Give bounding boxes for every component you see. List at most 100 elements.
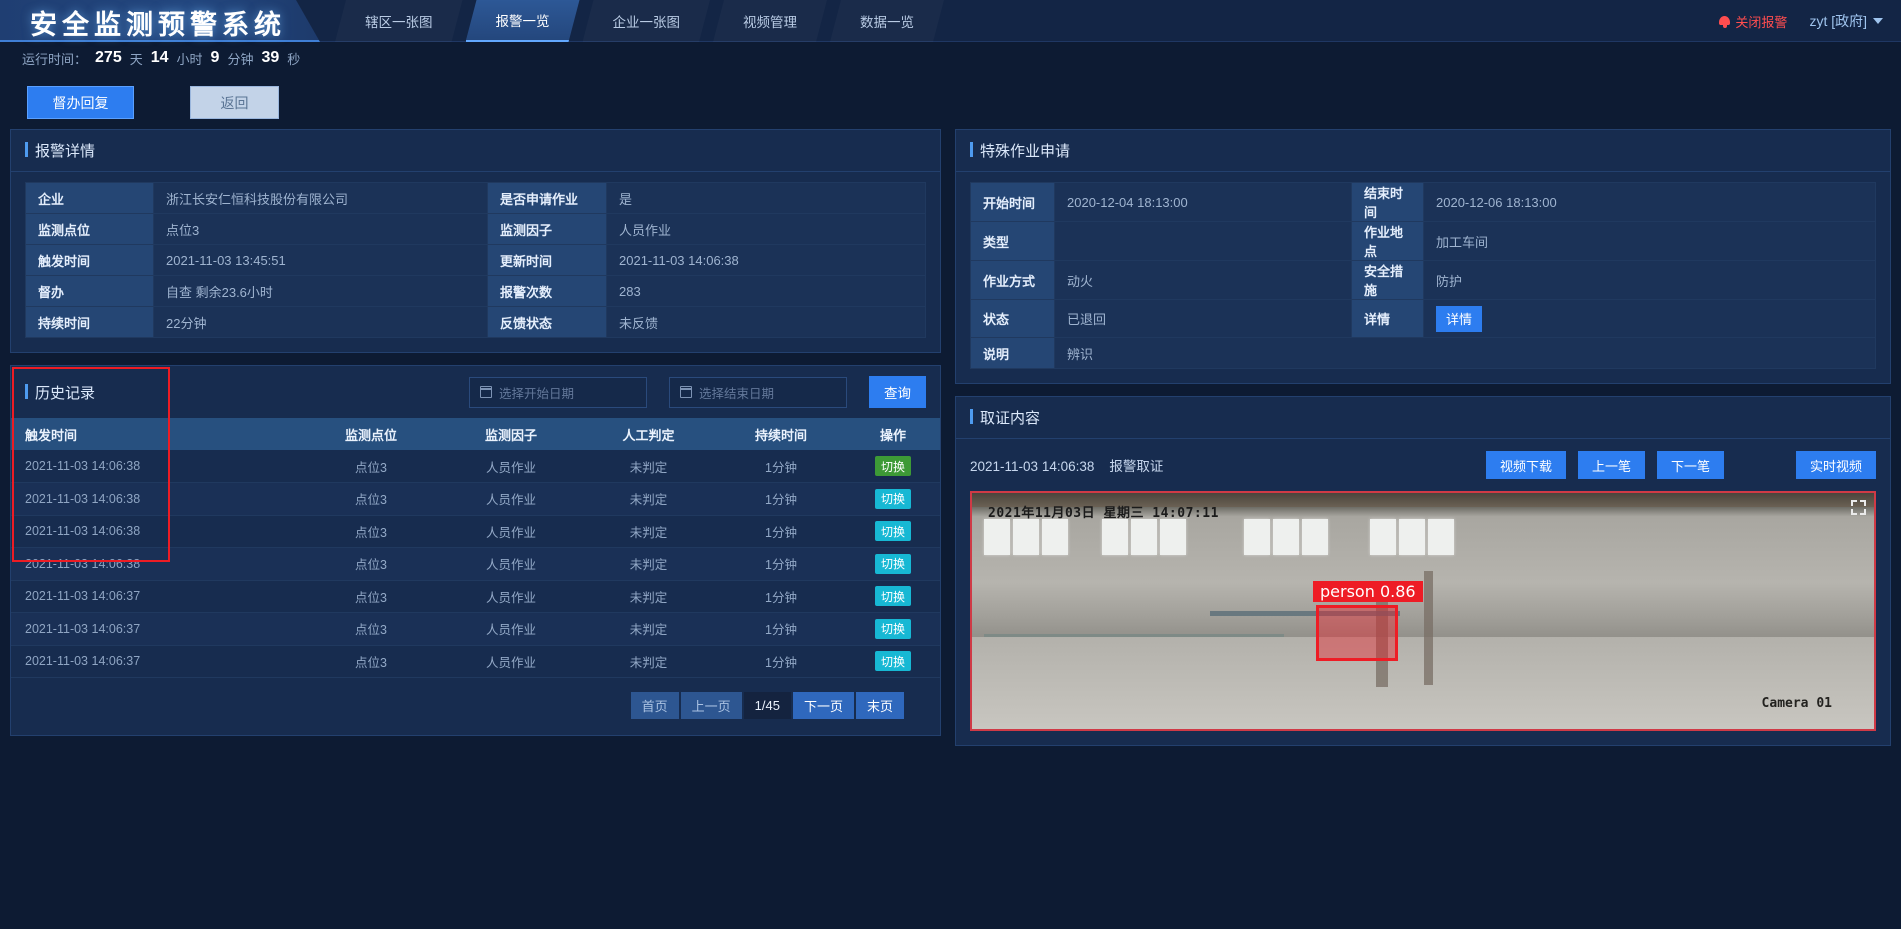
history-title: 历史记录 xyxy=(25,382,95,403)
end-date-placeholder: 选择结束日期 xyxy=(699,386,775,401)
user-menu[interactable]: zyt [政府] xyxy=(1809,11,1883,31)
history-toolbar: 选择开始日期 选择结束日期 查询 xyxy=(469,376,927,408)
table-row: 说明 辨识 xyxy=(970,337,1876,369)
cell-trigger-time: 2021-11-03 14:06:37 xyxy=(11,645,301,678)
video-download-button[interactable]: 视频下载 xyxy=(1485,451,1566,479)
detail-button[interactable]: 详情 xyxy=(1436,305,1483,332)
history-header: 历史记录 选择开始日期 选择结束日期 查询 xyxy=(11,366,940,418)
pagination-prev[interactable]: 上一页 xyxy=(680,692,742,719)
switch-button[interactable]: 切换 xyxy=(875,553,911,574)
nav-item-alarm-list[interactable]: 报警一览 xyxy=(466,0,580,42)
detection-label: person 0.86 xyxy=(1313,581,1423,602)
cell-key: 是否申请作业 xyxy=(487,182,607,214)
support-pillar xyxy=(1424,571,1434,685)
query-button[interactable]: 查询 xyxy=(869,376,927,408)
switch-button[interactable]: 切换 xyxy=(875,586,911,607)
factory-floor xyxy=(972,637,1874,729)
switch-button[interactable]: 切换 xyxy=(875,488,911,509)
runtime-hours: 14 xyxy=(150,49,169,66)
alarm-detail-title: 报警详情 xyxy=(25,140,95,161)
cell-operation: 切换 xyxy=(846,482,941,516)
cell-manual-judge: 未判定 xyxy=(581,515,716,548)
window-pane xyxy=(1102,519,1129,555)
back-button[interactable]: 返回 xyxy=(190,86,279,119)
cell-manual-judge: 未判定 xyxy=(581,482,716,516)
switch-button[interactable]: 切换 xyxy=(875,521,911,542)
cell-monitor-factor: 人员作业 xyxy=(441,580,581,613)
cell-trigger-time: 2021-11-03 14:06:37 xyxy=(11,580,301,613)
evidence-video[interactable]: 2021年11月03日 星期三 14:07:11 person 0.86 Cam… xyxy=(970,491,1876,731)
cell-monitor-factor: 人员作业 xyxy=(441,547,581,581)
cell-operation: 切换 xyxy=(846,515,941,548)
special-work-panel: 特殊作业申请 开始时间 2020-12-04 18:13:00 结束时间 202… xyxy=(955,129,1891,384)
switch-button[interactable]: 切换 xyxy=(875,456,911,476)
cell-key: 持续时间 xyxy=(25,306,154,338)
cell-key: 安全措施 xyxy=(1351,260,1425,300)
table-row: 企业 浙江长安仁恒科技股份有限公司 是否申请作业 是 xyxy=(25,182,927,214)
table-row: 作业方式 动火 安全措施 防护 xyxy=(970,260,1876,300)
nav-label: 数据一览 xyxy=(860,15,914,30)
pagination-first[interactable]: 首页 xyxy=(630,692,679,719)
runtime-hours-unit: 小时 xyxy=(176,51,203,67)
table-row: 监测点位 点位3 监测因子 人员作业 xyxy=(25,213,927,245)
cell-monitor-point: 点位3 xyxy=(301,482,441,516)
switch-button[interactable]: 切换 xyxy=(875,651,911,672)
table-row: 2021-11-03 14:06:38 点位3 人员作业 未判定 1分钟 切换 xyxy=(11,482,941,516)
cell-monitor-point: 点位3 xyxy=(301,612,441,646)
cell-key: 状态 xyxy=(970,299,1056,338)
table-row: 2021-11-03 14:06:38 点位3 人员作业 未判定 1分钟 切换 xyxy=(11,515,941,548)
pagination: 首页 上一页 1/45 下一页 末页 xyxy=(11,678,940,735)
next-record-button[interactable]: 下一笔 xyxy=(1656,451,1724,479)
prev-record-button[interactable]: 上一笔 xyxy=(1577,451,1645,479)
cell-manual-judge: 未判定 xyxy=(581,450,716,483)
cell-key: 结束时间 xyxy=(1351,182,1425,222)
calendar-icon xyxy=(679,386,693,398)
cell-trigger-time: 2021-11-03 14:06:38 xyxy=(11,547,301,581)
cell-value: 点位3 xyxy=(153,213,488,245)
cell-duration: 1分钟 xyxy=(716,482,846,516)
cell-monitor-point: 点位3 xyxy=(301,580,441,613)
cell-monitor-point: 点位3 xyxy=(301,515,441,548)
supervise-reply-button[interactable]: 督办回复 xyxy=(27,86,134,119)
cell-monitor-factor: 人员作业 xyxy=(441,515,581,548)
evidence-record-label: 报警取证 xyxy=(1109,459,1164,474)
special-work-table: 开始时间 2020-12-04 18:13:00 结束时间 2020-12-06… xyxy=(970,182,1876,369)
cell-key: 更新时间 xyxy=(487,244,607,276)
cell-key: 详情 xyxy=(1351,299,1425,338)
window-pane xyxy=(1302,519,1329,555)
nav-item-enterprise-map[interactable]: 企业一张图 xyxy=(583,0,711,42)
end-date-input[interactable]: 选择结束日期 xyxy=(669,376,848,408)
pagination-last[interactable]: 末页 xyxy=(856,692,905,719)
nav-item-video-management[interactable]: 视频管理 xyxy=(713,0,827,42)
cell-key: 作业地点 xyxy=(1351,221,1425,261)
history-panel: 历史记录 选择开始日期 选择结束日期 查询 触发时间 监测点位 监测因子 人工判… xyxy=(10,365,942,736)
cell-trigger-time: 2021-11-03 14:06:38 xyxy=(11,515,301,548)
cell-manual-judge: 未判定 xyxy=(581,580,716,613)
live-video-button[interactable]: 实时视频 xyxy=(1795,451,1876,479)
nav-item-district-map[interactable]: 辖区一张图 xyxy=(335,0,463,42)
switch-button[interactable]: 切换 xyxy=(875,618,911,639)
cell-value: 2021-11-03 13:45:51 xyxy=(153,244,488,276)
table-row: 2021-11-03 14:06:37 点位3 人员作业 未判定 1分钟 切换 xyxy=(11,645,941,678)
history-table: 触发时间 监测点位 监测因子 人工判定 持续时间 操作 2021-11-03 1… xyxy=(11,418,941,678)
cell-duration: 1分钟 xyxy=(716,580,846,613)
cell-value-enterprise[interactable]: 浙江长安仁恒科技股份有限公司 xyxy=(153,182,488,214)
cell-key: 触发时间 xyxy=(25,244,154,276)
window-pane xyxy=(1244,519,1271,555)
right-column: 特殊作业申请 开始时间 2020-12-04 18:13:00 结束时间 202… xyxy=(955,129,1891,758)
cell-operation: 切换 xyxy=(846,580,941,613)
nav-item-data-list[interactable]: 数据一览 xyxy=(830,0,944,42)
table-row: 2021-11-03 14:06:38 点位3 人员作业 未判定 1分钟 切换 xyxy=(11,450,941,483)
table-row: 2021-11-03 14:06:37 点位3 人员作业 未判定 1分钟 切换 xyxy=(11,612,941,646)
fullscreen-icon[interactable] xyxy=(1851,500,1866,515)
col-operation: 操作 xyxy=(846,418,941,450)
cell-value-end-time: 2020-12-06 18:13:00 xyxy=(1423,182,1876,222)
table-row: 2021-11-03 14:06:38 点位3 人员作业 未判定 1分钟 切换 xyxy=(11,547,941,581)
close-alarm-button[interactable]: 关闭报警 xyxy=(1719,12,1787,31)
cell-value: 22分钟 xyxy=(153,306,488,338)
app-title: 安全监测预警系统 xyxy=(30,10,286,41)
pagination-next[interactable]: 下一页 xyxy=(792,692,854,719)
alarm-detail-table: 企业 浙江长安仁恒科技股份有限公司 是否申请作业 是 监测点位 点位3 监测因子… xyxy=(25,182,927,338)
start-date-input[interactable]: 选择开始日期 xyxy=(469,376,648,408)
user-name: zyt [政府] xyxy=(1809,13,1867,29)
